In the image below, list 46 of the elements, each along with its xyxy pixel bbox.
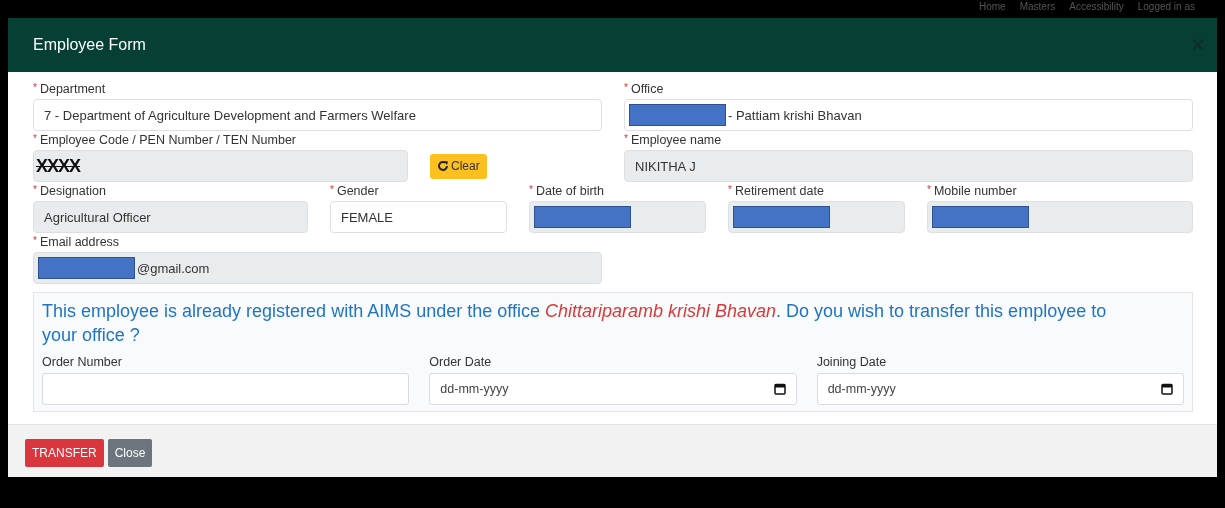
field-value: - Pattiam krishi Bhavan [728,107,862,123]
input-field[interactable]: FEMALE [330,201,507,233]
input-field[interactable]: Agricultural Officer [33,201,308,233]
required-mark: * [33,82,37,93]
date-field[interactable]: dd-mm-yyyy [429,373,797,405]
field-label: Employee Code / PEN Number / TEN Number [39,133,297,147]
field-label: Department [39,82,106,96]
input-field[interactable] [42,373,410,405]
required-mark: * [330,184,334,195]
input-field[interactable] [529,201,706,233]
input-field[interactable]: @gmail.com [33,252,602,284]
field-label: Office [630,82,664,96]
field-label: Gender [336,184,379,198]
field-label: Joining Date [816,355,888,371]
refresh-icon [437,160,449,172]
required-mark: * [33,184,37,195]
required-mark: * [33,133,37,144]
input-field[interactable] [728,201,905,233]
clear-button[interactable]: Clear [430,153,487,179]
field-label: Designation [39,184,106,198]
field-label: Retirement date [734,184,824,198]
field-label: Order Number [42,355,123,371]
field-label: Email address [39,235,120,249]
input-field[interactable]: - Pattiam krishi Bhavan [624,99,1193,131]
field-label: Date of birth [535,184,604,198]
field-label: Order Date [429,355,493,371]
modal-title: Employee Form [33,36,146,54]
close-button[interactable]: Close [107,439,153,467]
transfer-message: This employee is already registered with AIMS under the office Chittariparamb krishi Bhavan. Do you wish to transfer this employee to your office ? [42,300,1108,347]
field-label: Employee name [630,133,722,147]
calendar-icon [773,383,786,395]
required-mark: * [728,184,732,195]
date-field[interactable]: dd-mm-yyyy [816,373,1184,405]
calendar-icon [1161,383,1173,395]
input-field[interactable]: XXXX [33,150,408,182]
required-mark: * [33,235,37,246]
field-value: @gmail.com [137,260,210,276]
required-mark: * [624,82,628,93]
required-mark: * [624,133,628,144]
input-field[interactable] [927,201,1193,233]
required-mark: * [529,184,533,195]
transfer-button[interactable]: TRANSFER [25,439,104,467]
input-field[interactable]: NIKITHA J [624,150,1193,182]
required-mark: * [927,184,931,195]
input-field[interactable]: 7 - Department of Agriculture Development and Farmers Welfare [33,99,602,131]
field-label: Mobile number [933,184,1017,198]
